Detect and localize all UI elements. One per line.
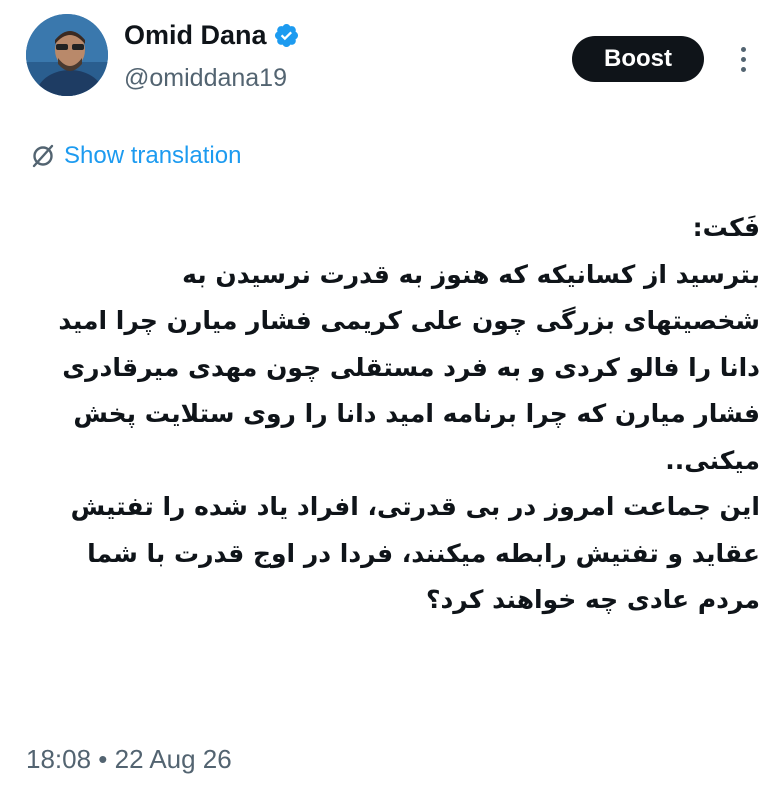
more-vertical-icon[interactable] bbox=[730, 42, 756, 76]
verified-badge-icon bbox=[273, 22, 300, 49]
tweet-line: فشار میارن که چرا برنامه امید دانا را رو… bbox=[73, 399, 760, 428]
boost-button[interactable]: Boost bbox=[572, 36, 704, 82]
tweet-line: شخصیتهای بزرگی چون علی کریمی فشار میارن … bbox=[58, 306, 760, 335]
display-name[interactable]: Omid Dana bbox=[124, 20, 267, 51]
author-handle[interactable]: @omiddana19 bbox=[124, 64, 287, 93]
tweet-line: میکنی.. bbox=[665, 445, 760, 475]
tweet-line: این جماعت امروز در بی قدرتی، افراد یاد ش… bbox=[70, 492, 760, 521]
tweet-line: فَکت: bbox=[692, 213, 760, 242]
tweet-line: عقاید و تفتیش رابطه میکنند، فردا در اوج … bbox=[87, 538, 760, 568]
tweet-line: دانا را فالو کردی و به فرد مستقلی چون مه… bbox=[62, 352, 760, 382]
show-translation-label[interactable]: Show translation bbox=[64, 142, 241, 170]
translate-icon bbox=[30, 143, 56, 169]
avatar-photo bbox=[26, 14, 108, 96]
author-name-row[interactable]: Omid Dana bbox=[124, 20, 300, 51]
show-translation-link[interactable]: Show translation bbox=[30, 142, 241, 170]
tweet-text: فَکت: بترسید از کسانیکه که هنوز به قدرت … bbox=[24, 205, 760, 624]
avatar[interactable] bbox=[26, 14, 108, 96]
tweet-line: مردم عادی چه خواهند کرد؟ bbox=[425, 585, 760, 614]
tweet-timestamp[interactable]: 18:08 • 22 Aug 26 bbox=[26, 744, 232, 775]
tweet-line: بترسید از کسانیکه که هنوز به قدرت نرسیدن… bbox=[182, 259, 760, 289]
